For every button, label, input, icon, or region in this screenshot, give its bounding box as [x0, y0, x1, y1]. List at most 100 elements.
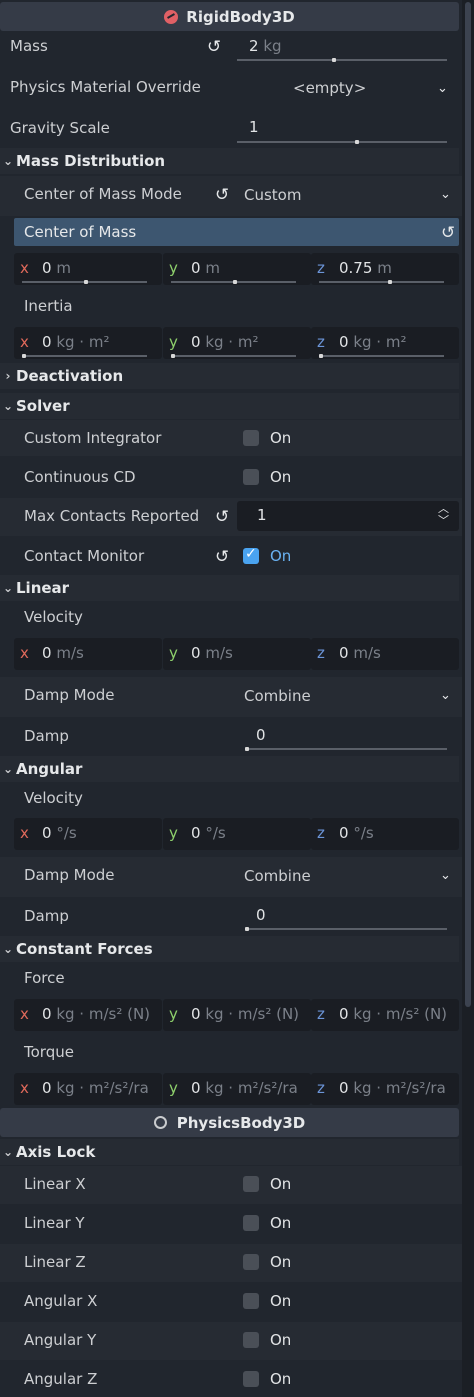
inertia-z-slider-knob[interactable]	[319, 354, 323, 358]
com-y-field[interactable]: y 0 m	[163, 253, 311, 285]
linear-damp-field[interactable]: 0	[237, 721, 459, 751]
force-x-field[interactable]: x 0 kg · m/s² (N)	[14, 999, 162, 1031]
angular-damp-slider[interactable]	[245, 928, 447, 930]
constant-forces-section[interactable]: ⌄ Constant Forces	[0, 936, 459, 962]
com-mode-value[interactable]: Custom	[244, 186, 301, 204]
inertia-x-field[interactable]: x 0 kg · m²	[14, 327, 162, 359]
axis-z-label: z	[317, 333, 325, 351]
torque-y-field[interactable]: y 0 kg · m²/s²/ra	[163, 1073, 311, 1105]
angular-section[interactable]: ⌄ Angular	[0, 756, 459, 782]
linear-damp-mode-value[interactable]: Combine	[244, 687, 311, 705]
force-z-unit: kg · m/s² (N)	[353, 1005, 448, 1023]
inertia-y-field[interactable]: y 0 kg · m²	[163, 327, 311, 359]
inertia-z-slider[interactable]	[319, 355, 444, 357]
solver-section[interactable]: ⌄ Solver	[0, 393, 459, 419]
custom-integrator-on[interactable]: On	[270, 429, 291, 447]
rigidbody3d-header[interactable]: RigidBody3D	[0, 2, 459, 31]
linear-damp-slider-knob[interactable]	[245, 747, 249, 751]
force-z-field[interactable]: z 0 kg · m/s² (N)	[311, 999, 459, 1031]
torque-y-value: 0	[191, 1079, 201, 1097]
revert-max-contacts-icon[interactable]: ↺	[215, 507, 229, 527]
lock-linear-y-on[interactable]: On	[270, 1214, 291, 1232]
com-z-unit: m	[377, 259, 392, 277]
linear-velocity-x-field[interactable]: x 0 m/s	[14, 638, 162, 670]
axis-z-label: z	[317, 1005, 325, 1023]
lock-angular-x-checkbox[interactable]	[243, 1293, 259, 1309]
physicsbody3d-header[interactable]: PhysicsBody3D	[0, 1108, 459, 1137]
angular-damp-value: 0	[256, 906, 266, 924]
com-mode-chevron-down-icon[interactable]: ⌄	[440, 187, 451, 202]
com-y-slider-knob[interactable]	[233, 280, 237, 284]
com-x-slider-knob[interactable]	[84, 280, 88, 284]
angular-damp-field[interactable]: 0	[237, 901, 459, 931]
spinner-updown-icon[interactable]: ︿ ﹀	[438, 503, 449, 527]
torque-x-field[interactable]: x 0 kg · m²/s²/ra	[14, 1073, 162, 1105]
revert-com-icon[interactable]: ↺	[441, 223, 455, 243]
lock-linear-x-on[interactable]: On	[270, 1175, 291, 1193]
vertical-scrollbar[interactable]	[462, 0, 474, 1397]
revert-com-mode-icon[interactable]: ↺	[215, 185, 229, 205]
linear-velocity-x-unit: m/s	[56, 644, 84, 662]
angular-damp-mode-chevron-down-icon[interactable]: ⌄	[440, 868, 451, 883]
physicsbody3d-title: PhysicsBody3D	[176, 1113, 306, 1132]
inertia-y-slider-knob[interactable]	[171, 354, 175, 358]
com-z-field[interactable]: z 0.75 m	[311, 253, 459, 285]
linear-damp-mode-chevron-down-icon[interactable]: ⌄	[440, 688, 451, 703]
torque-z-unit: kg · m²/s²/ra	[353, 1079, 446, 1097]
com-z-slider-knob[interactable]	[388, 280, 392, 284]
lock-angular-y-checkbox[interactable]	[243, 1332, 259, 1348]
mass-distribution-section[interactable]: ⌄ Mass Distribution	[0, 148, 459, 174]
angular-velocity-z-field[interactable]: z 0 °/s	[311, 818, 459, 850]
lock-linear-x-checkbox[interactable]	[243, 1176, 259, 1192]
lock-linear-x-label: Linear X	[24, 1175, 86, 1193]
chevron-down-icon: ⌄	[2, 942, 14, 956]
com-x-field[interactable]: x 0 m	[14, 253, 162, 285]
lock-linear-y-checkbox[interactable]	[243, 1215, 259, 1231]
lock-linear-z-checkbox[interactable]	[243, 1254, 259, 1270]
inertia-x-slider-knob[interactable]	[22, 354, 26, 358]
scrollbar-thumb[interactable]	[465, 2, 471, 1007]
material-chevron-down-icon[interactable]: ⌄	[437, 81, 448, 96]
lock-angular-y-on[interactable]: On	[270, 1331, 291, 1349]
max-contacts-field[interactable]: 1 ︿ ﹀	[237, 501, 459, 531]
lock-linear-z-on[interactable]: On	[270, 1253, 291, 1271]
gravity-slider[interactable]	[237, 141, 447, 143]
contact-monitor-on[interactable]: On	[270, 547, 291, 565]
angular-damp-mode-value[interactable]: Combine	[244, 867, 311, 885]
lock-angular-z-checkbox[interactable]	[243, 1371, 259, 1387]
force-y-field[interactable]: y 0 kg · m/s² (N)	[163, 999, 311, 1031]
material-value[interactable]: <empty>	[293, 79, 366, 97]
custom-integrator-checkbox[interactable]	[243, 430, 259, 446]
angular-velocity-y-field[interactable]: y 0 °/s	[163, 818, 311, 850]
mass-slider[interactable]	[237, 59, 447, 61]
linear-section[interactable]: ⌄ Linear	[0, 575, 459, 601]
gravity-slider-knob[interactable]	[355, 140, 359, 144]
deactivation-section[interactable]: › Deactivation	[0, 363, 459, 389]
linear-velocity-z-field[interactable]: z 0 m/s	[311, 638, 459, 670]
inertia-x-slider[interactable]	[22, 355, 147, 357]
com-z-slider[interactable]	[319, 281, 444, 283]
axis-lock-section[interactable]: ⌄ Axis Lock	[0, 1139, 459, 1165]
axis-z-label: z	[317, 1079, 325, 1097]
lock-angular-x-on[interactable]: On	[270, 1292, 291, 1310]
mass-field[interactable]: 2 kg	[237, 33, 459, 63]
angular-velocity-x-unit: °/s	[56, 824, 77, 842]
torque-z-field[interactable]: z 0 kg · m²/s²/ra	[311, 1073, 459, 1105]
continuous-cd-on[interactable]: On	[270, 468, 291, 486]
axis-y-label: y	[169, 1079, 178, 1097]
continuous-cd-checkbox[interactable]	[243, 469, 259, 485]
revert-contact-monitor-icon[interactable]: ↺	[215, 547, 229, 567]
angular-damp-slider-knob[interactable]	[245, 927, 249, 931]
revert-mass-icon[interactable]: ↺	[207, 37, 221, 57]
linear-damp-slider[interactable]	[245, 748, 447, 750]
mass-slider-knob[interactable]	[332, 58, 336, 62]
linear-velocity-y-unit: m/s	[205, 644, 233, 662]
inertia-x-value: 0	[42, 333, 52, 351]
inertia-z-field[interactable]: z 0 kg · m²	[311, 327, 459, 359]
angular-velocity-x-field[interactable]: x 0 °/s	[14, 818, 162, 850]
contact-monitor-checkbox[interactable]	[243, 546, 259, 564]
inertia-y-slider[interactable]	[171, 355, 296, 357]
linear-velocity-y-field[interactable]: y 0 m/s	[163, 638, 311, 670]
gravity-field[interactable]: 1	[237, 114, 459, 144]
lock-angular-z-on[interactable]: On	[270, 1370, 291, 1388]
